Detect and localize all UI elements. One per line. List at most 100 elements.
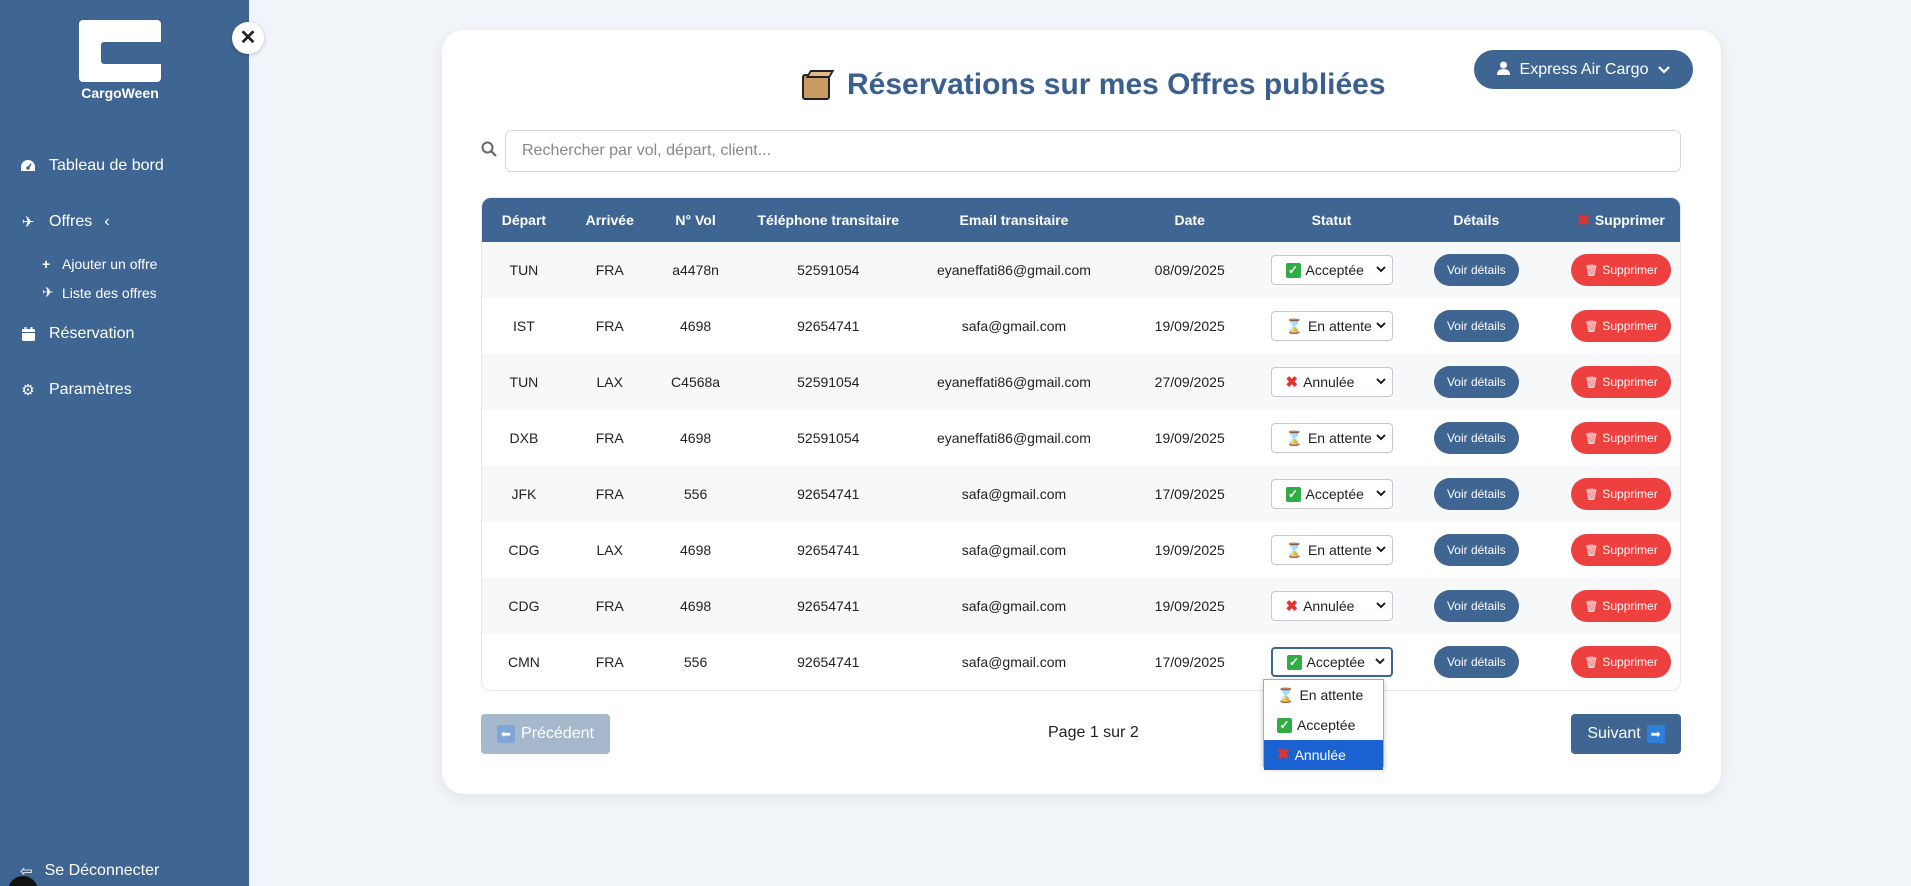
cell-depart: DXB xyxy=(509,430,539,446)
plane-icon: ✈ xyxy=(42,284,54,300)
check-icon: ✓ xyxy=(1277,717,1292,733)
status-select[interactable]: ✓ Acceptée xyxy=(1270,647,1393,677)
previous-page-button[interactable]: ⬅ Précédent xyxy=(481,714,610,754)
cell-statut: ✓ Acceptée xyxy=(1270,466,1393,522)
sidebar-subitem-ajouter-offre[interactable]: + Ajouter un offre xyxy=(42,256,157,272)
status-label: Annulée xyxy=(1303,598,1355,614)
status-select[interactable]: ⌛ En attente xyxy=(1270,423,1393,453)
status-option-annulee[interactable]: ✖ Annulée xyxy=(1264,740,1383,770)
cell-arrivee: FRA xyxy=(595,486,624,502)
delete-button[interactable]: 🗑 Supprimer xyxy=(1571,422,1671,454)
delete-button[interactable]: 🗑 Supprimer xyxy=(1571,646,1671,678)
chevron-down-icon xyxy=(1375,600,1386,612)
view-details-button[interactable]: Voir détails xyxy=(1433,646,1519,678)
delete-button[interactable]: 🗑 Supprimer xyxy=(1571,310,1671,342)
sidebar-subitem-label: Liste des offres xyxy=(62,284,157,301)
sidebar-item-label: Paramètres xyxy=(49,381,132,398)
header-depart: Départ xyxy=(501,212,547,228)
sidebar-item-dashboard[interactable]: Tableau de bord xyxy=(20,157,164,175)
cell-date: 17/09/2025 xyxy=(1154,654,1225,670)
cell-vol: C4568a xyxy=(671,374,721,390)
arrow-right-icon: ➡ xyxy=(1646,725,1665,743)
cell-details: Voir détails xyxy=(1393,242,1561,298)
view-details-button[interactable]: Voir détails xyxy=(1433,478,1519,510)
cell-supprimer: 🗑 Supprimer xyxy=(1560,522,1680,578)
sidebar-item-label: Offres xyxy=(49,213,93,230)
view-details-button[interactable]: Voir détails xyxy=(1433,534,1519,566)
cell-details: Voir détails xyxy=(1393,354,1561,410)
view-details-button[interactable]: Voir détails xyxy=(1433,590,1519,622)
status-option-acceptee[interactable]: ✓ Acceptée xyxy=(1264,710,1383,740)
cell-date: 19/09/2025 xyxy=(1154,430,1225,446)
status-select[interactable]: ✓ Acceptée xyxy=(1270,255,1393,285)
cell-telephone: 92654741 xyxy=(797,318,860,334)
user-menu-button[interactable]: Express Air Cargo xyxy=(1474,50,1693,89)
cross-icon: ✖ xyxy=(1277,746,1290,763)
trash-icon: 🗑 xyxy=(1584,265,1599,277)
header-supprimer-label: Supprimer xyxy=(1594,212,1665,228)
cell-depart: IST xyxy=(513,318,535,334)
option-label: En attente xyxy=(1299,687,1364,703)
delete-button[interactable]: 🗑 Supprimer xyxy=(1571,534,1671,566)
view-details-button[interactable]: Voir détails xyxy=(1433,254,1519,286)
table-row: TUN LAX C4568a 52591054 eyaneffati86@gmail.c… xyxy=(482,354,1680,410)
status-label: Acceptée xyxy=(1305,486,1364,502)
sidebar-item-parametres[interactable]: ⚙ Paramètres xyxy=(20,381,132,399)
delete-button[interactable]: 🗑 Supprimer xyxy=(1571,478,1671,510)
brand-name: CargoWeen xyxy=(81,85,159,101)
chevron-down-icon xyxy=(1375,432,1386,444)
search-input[interactable] xyxy=(505,130,1681,172)
cell-date: 19/09/2025 xyxy=(1154,318,1225,334)
check-icon: ✓ xyxy=(1285,262,1301,278)
cell-email: eyaneffati86@gmail.com xyxy=(936,430,1091,446)
cell-telephone: 52591054 xyxy=(797,374,860,390)
cell-date: 27/09/2025 xyxy=(1154,374,1225,390)
cell-vol: 4698 xyxy=(680,430,712,446)
view-details-button[interactable]: Voir détails xyxy=(1433,310,1519,342)
delete-button[interactable]: 🗑 Supprimer xyxy=(1571,366,1671,398)
sidebar-item-offres[interactable]: ✈ Offres ‹ xyxy=(20,213,110,231)
cell-email: safa@gmail.com xyxy=(961,542,1067,558)
delete-button[interactable]: 🗑 Supprimer xyxy=(1571,590,1671,622)
sidebar-item-reservation[interactable]: Réservation xyxy=(20,325,134,343)
view-details-button[interactable]: Voir détails xyxy=(1433,422,1519,454)
cell-arrivee: FRA xyxy=(595,262,624,278)
table-row: CMN FRA 556 92654741 safa@gmail.com 17/09/202… xyxy=(482,634,1680,690)
next-page-button[interactable]: Suivant ➡ xyxy=(1571,714,1681,754)
plane-icon: ✈ xyxy=(21,214,35,231)
trash-icon: 🗑 xyxy=(1584,545,1599,557)
status-option-en-attente[interactable]: ⌛ En attente xyxy=(1264,680,1383,710)
cell-details: Voir détails xyxy=(1393,522,1561,578)
cell-supprimer: 🗑 Supprimer xyxy=(1560,466,1680,522)
delete-label: Supprimer xyxy=(1602,375,1658,389)
cell-email: safa@gmail.com xyxy=(961,654,1067,670)
cell-arrivee: LAX xyxy=(596,542,623,558)
search-icon xyxy=(481,141,497,162)
logout-button[interactable]: ⇦ Se Déconnecter xyxy=(20,862,159,880)
cell-supprimer: 🗑 Supprimer xyxy=(1560,634,1680,690)
cell-email: safa@gmail.com xyxy=(961,318,1067,334)
dashboard-icon xyxy=(20,158,36,174)
package-icon xyxy=(800,68,835,102)
cell-depart: CMN xyxy=(507,654,540,670)
cell-statut: ⌛ En attente xyxy=(1270,298,1393,354)
delete-button[interactable]: 🗑 Supprimer xyxy=(1571,254,1671,286)
cell-arrivee: FRA xyxy=(595,654,624,670)
cell-telephone: 52591054 xyxy=(797,262,860,278)
cell-statut: ✓ Acceptée xyxy=(1270,242,1393,298)
status-select[interactable]: ⌛ En attente xyxy=(1270,535,1393,565)
status-select[interactable]: ✓ Acceptée xyxy=(1270,479,1393,509)
status-select[interactable]: ✖ Annulée xyxy=(1270,591,1393,621)
status-select[interactable]: ✖ Annulée xyxy=(1270,367,1393,397)
sidebar-subitem-liste-offres[interactable]: ✈ Liste des offres xyxy=(42,284,157,301)
hourglass-icon: ⌛ xyxy=(1285,317,1303,334)
table-row: JFK FRA 556 92654741 safa@gmail.com 17/09/202… xyxy=(482,466,1680,522)
hourglass-icon: ⌛ xyxy=(1285,429,1303,446)
table-row: CDG LAX 4698 92654741 safa@gmail.com 19/09/20… xyxy=(482,522,1680,578)
view-details-button[interactable]: Voir détails xyxy=(1433,366,1519,398)
sidebar-item-label: Tableau de bord xyxy=(49,157,164,174)
status-select[interactable]: ⌛ En attente xyxy=(1270,311,1393,341)
cell-telephone: 92654741 xyxy=(797,486,860,502)
close-sidebar-button[interactable]: ✕ xyxy=(232,22,264,54)
close-icon: ✕ xyxy=(239,27,257,49)
